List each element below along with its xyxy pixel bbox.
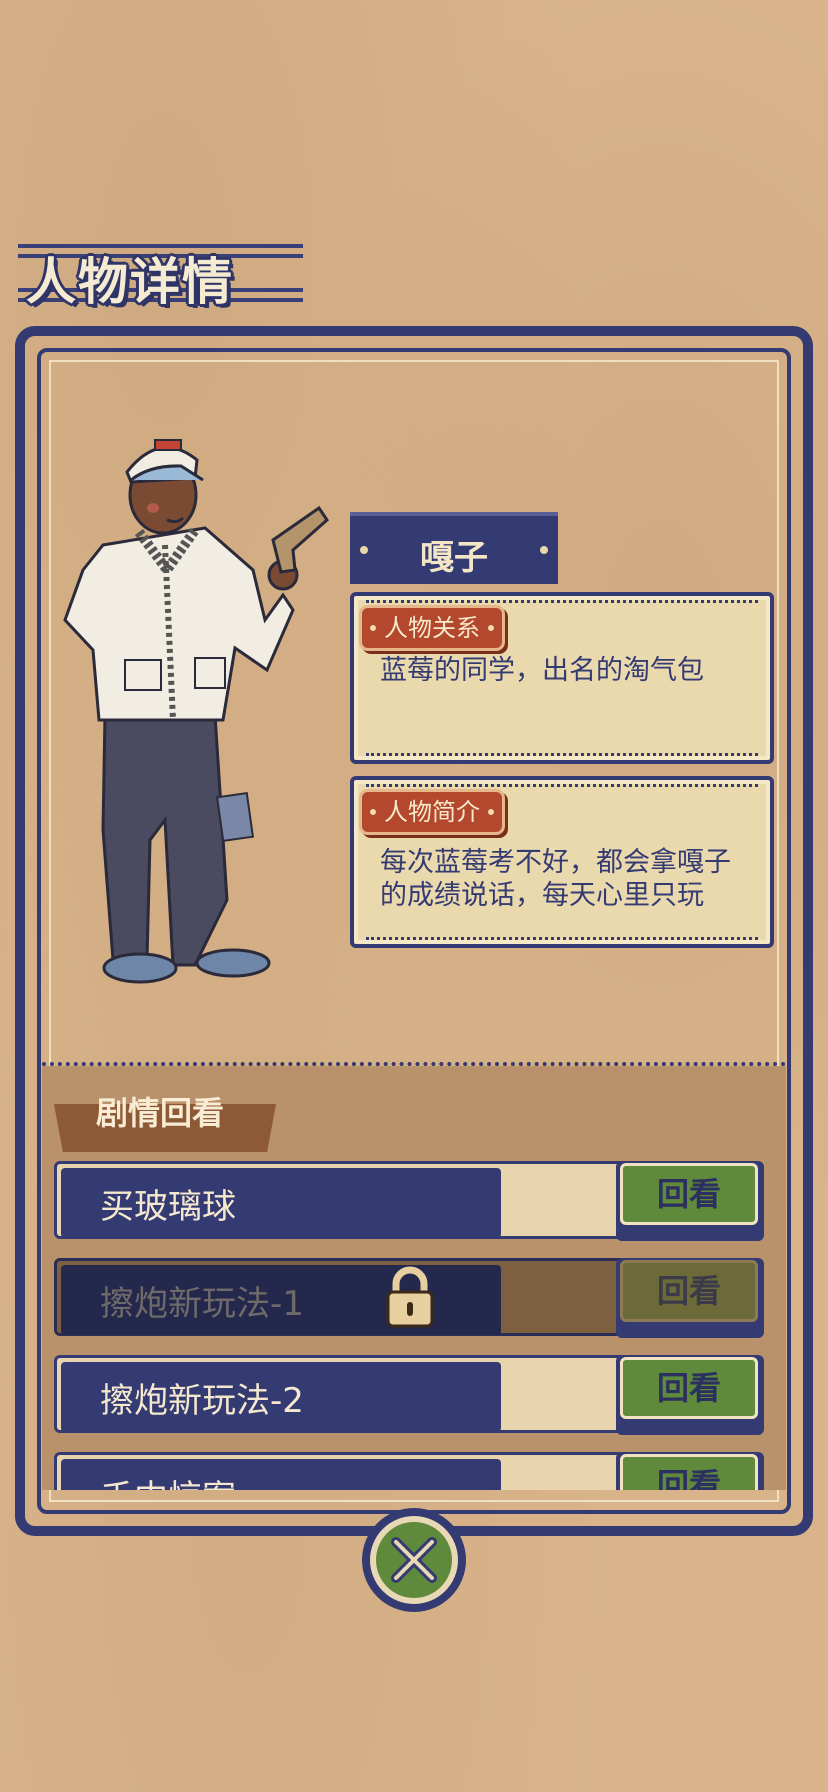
- page-title: 人物详情: [26, 253, 234, 311]
- character-name-plate: 嘎子: [350, 512, 558, 584]
- relation-card: 人物关系 蓝莓的同学，出名的淘气包: [350, 592, 774, 764]
- replay-button-label: 回看: [620, 1454, 758, 1490]
- replay-button[interactable]: 回看: [616, 1355, 764, 1435]
- page-title-banner: 人物详情: [18, 240, 303, 311]
- review-row: 买玻璃球 回看: [54, 1161, 764, 1243]
- character-name: 嘎子: [420, 538, 488, 578]
- review-row-locked: 擦炮新玩法-1 回看: [54, 1258, 764, 1340]
- review-row-label: 千中惊案: [100, 1470, 236, 1490]
- review-row: 擦炮新玩法-2 回看: [54, 1355, 764, 1437]
- review-row-label: 买玻璃球: [100, 1187, 236, 1227]
- replay-button[interactable]: 回看: [616, 1161, 764, 1241]
- replay-button-label: 回看: [620, 1357, 758, 1419]
- review-row-label: 擦炮新玩法-2: [100, 1381, 304, 1421]
- relation-text: 蓝莓的同学，出名的淘气包: [380, 655, 704, 686]
- replay-button[interactable]: 回看: [616, 1452, 764, 1490]
- relation-tag: 人物关系: [362, 608, 502, 648]
- story-review-section: 剧情回看 买玻璃球 回看 擦炮新玩法-1 回看 擦炮新玩法-2 回看 千中惊案 …: [42, 1066, 786, 1490]
- intro-tag: 人物简介: [362, 792, 502, 832]
- replay-button-label: 回看: [620, 1260, 758, 1322]
- character-portrait: [63, 439, 329, 984]
- review-row: 千中惊案 回看: [54, 1452, 764, 1490]
- review-row-label: 擦炮新玩法-1: [100, 1284, 304, 1324]
- close-button[interactable]: [360, 1506, 468, 1614]
- intro-card: 人物简介 每次蓝莓考不好，都会拿嘎子的成绩说话，每天心里只玩: [350, 776, 774, 948]
- lock-icon: [386, 1266, 434, 1328]
- intro-text: 每次蓝莓考不好，都会拿嘎子的成绩说话，每天心里只玩: [380, 847, 731, 911]
- replay-button-label: 回看: [620, 1163, 758, 1225]
- replay-button-disabled[interactable]: 回看: [616, 1258, 764, 1338]
- review-title: 剧情回看: [96, 1094, 225, 1132]
